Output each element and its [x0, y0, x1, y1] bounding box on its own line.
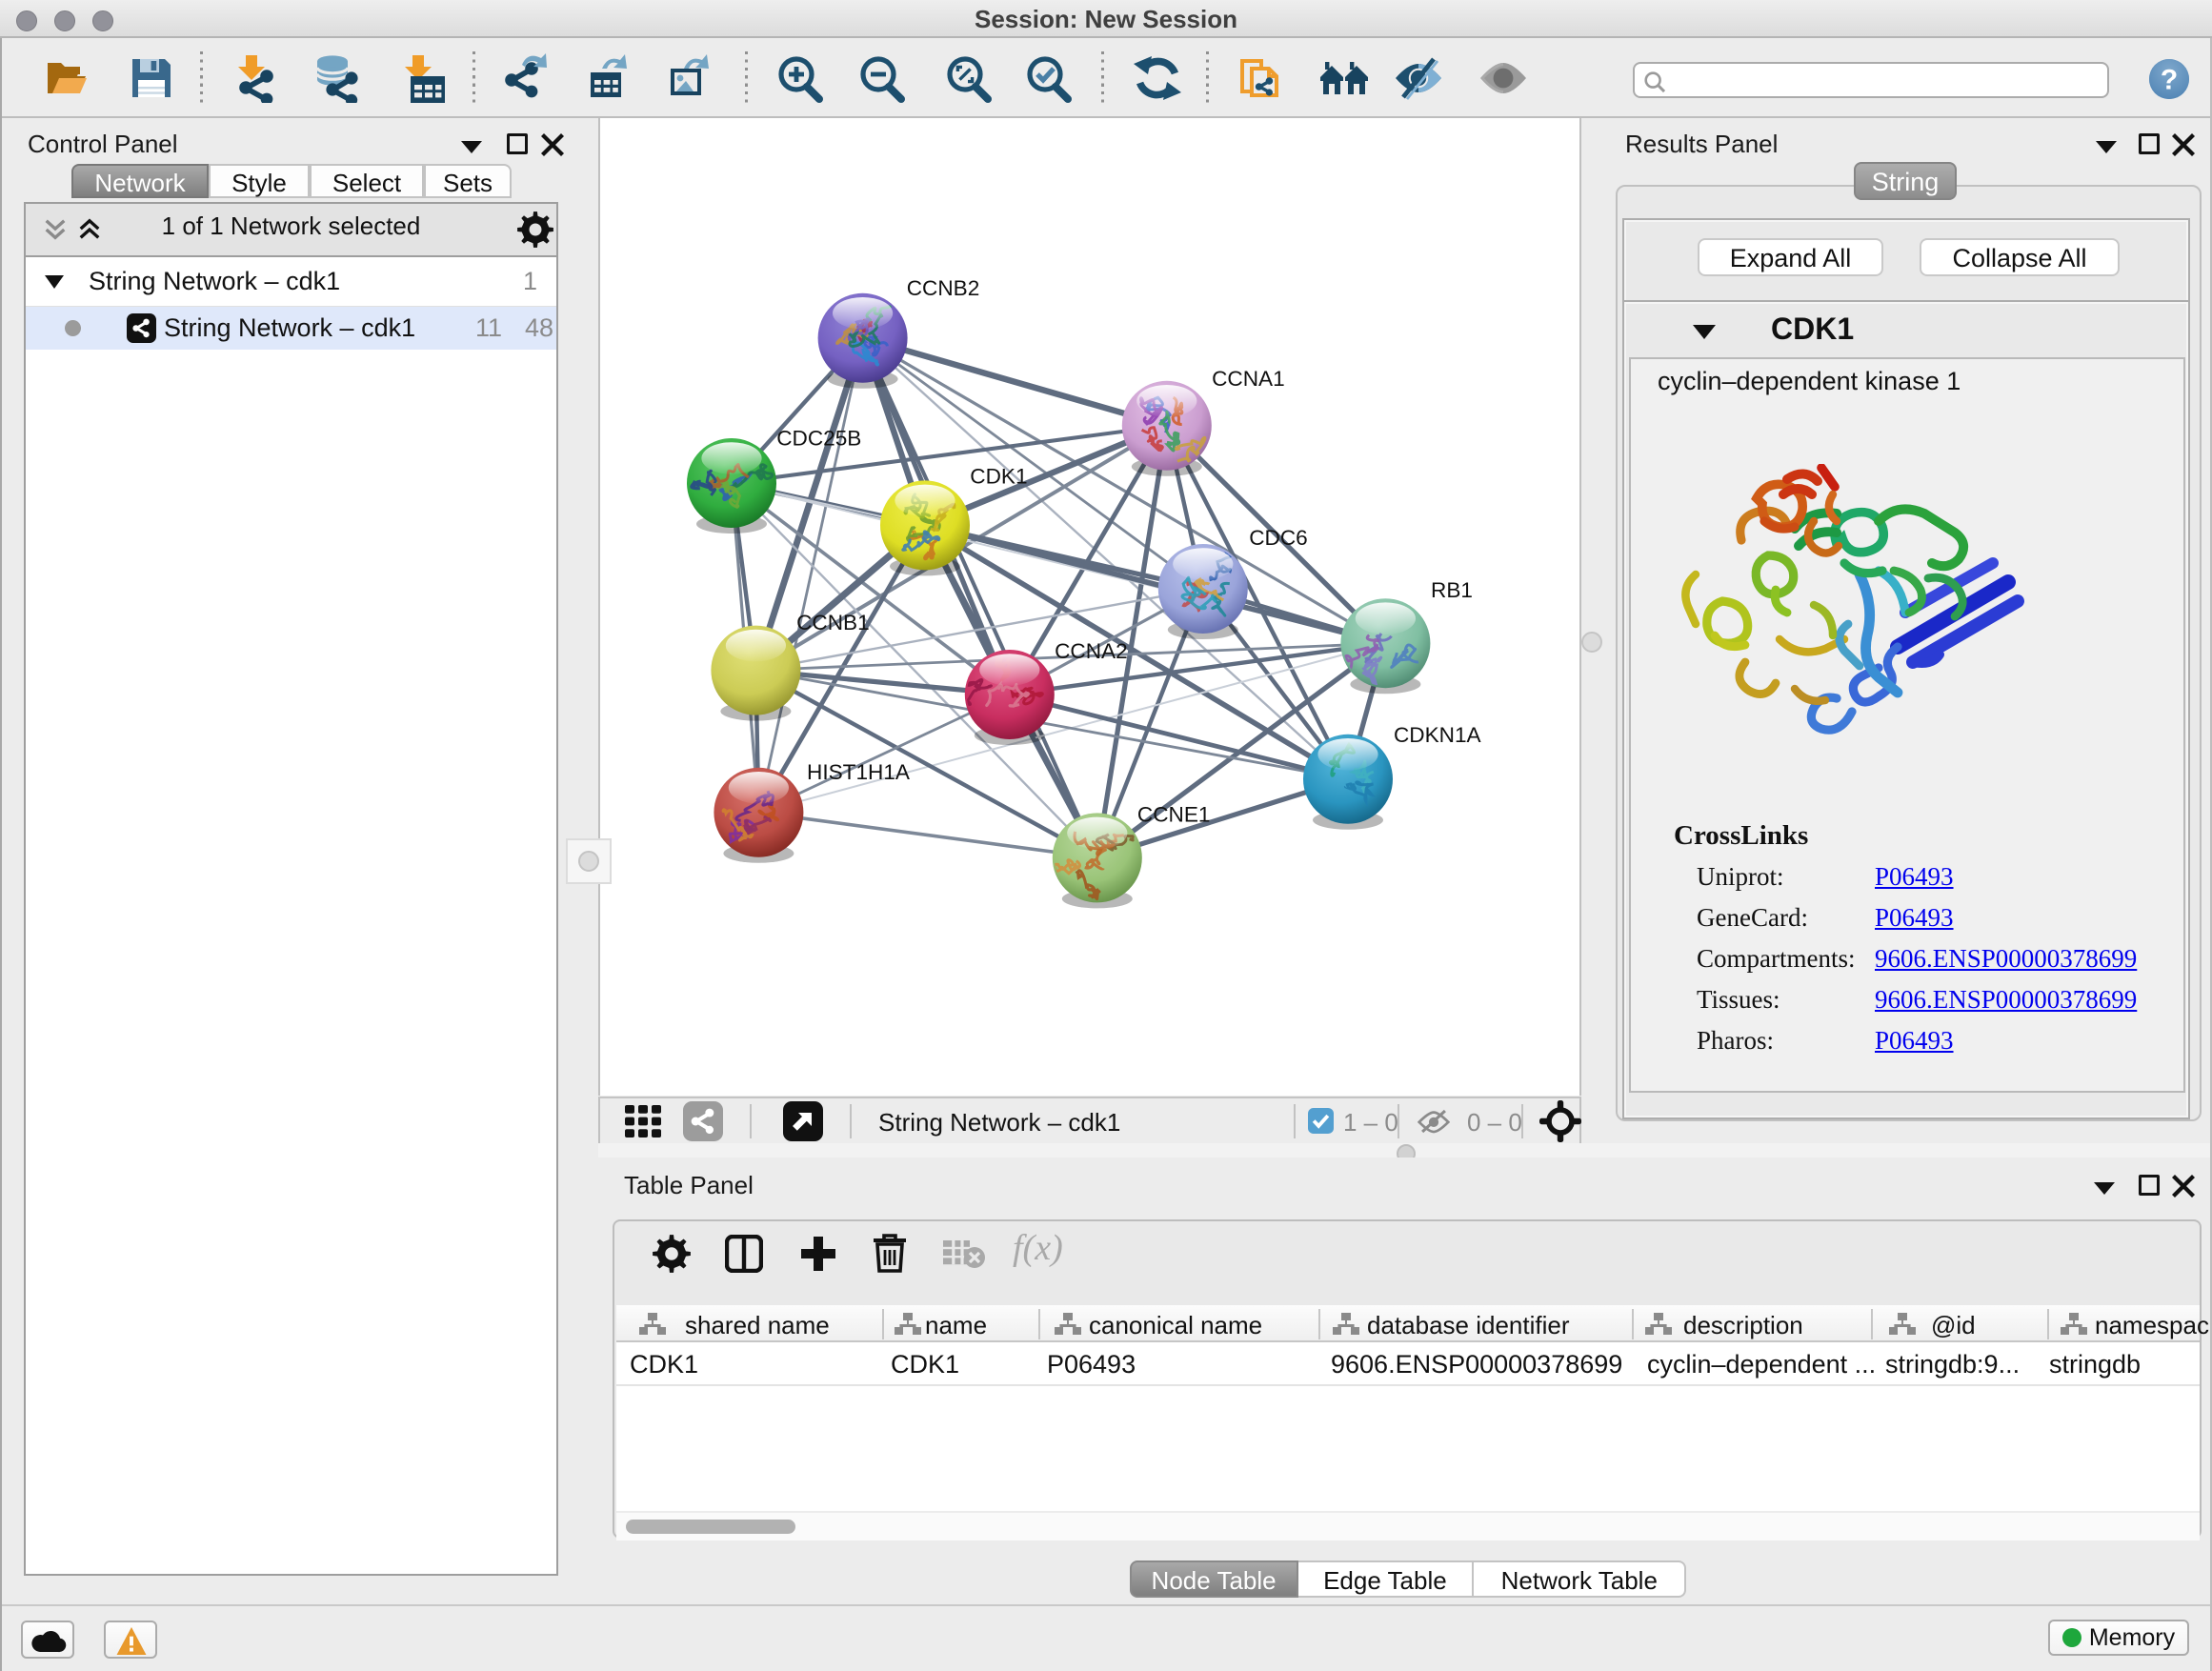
svg-text:CCNB1: CCNB1	[796, 611, 870, 634]
svg-text:CDC6: CDC6	[1249, 526, 1308, 550]
svg-text:CCNB2: CCNB2	[907, 276, 980, 300]
svg-text:CCNA1: CCNA1	[1212, 367, 1285, 391]
svg-text:HIST1H1A: HIST1H1A	[807, 760, 911, 784]
svg-text:CDKN1A: CDKN1A	[1394, 723, 1482, 747]
svg-text:CCNA2: CCNA2	[1055, 639, 1128, 663]
svg-text:CDK1: CDK1	[970, 464, 1027, 488]
svg-text:CCNE1: CCNE1	[1137, 803, 1211, 827]
svg-text:RB1: RB1	[1431, 578, 1473, 602]
svg-text:?: ?	[2161, 65, 2178, 96]
svg-text:CDC25B: CDC25B	[776, 426, 861, 450]
